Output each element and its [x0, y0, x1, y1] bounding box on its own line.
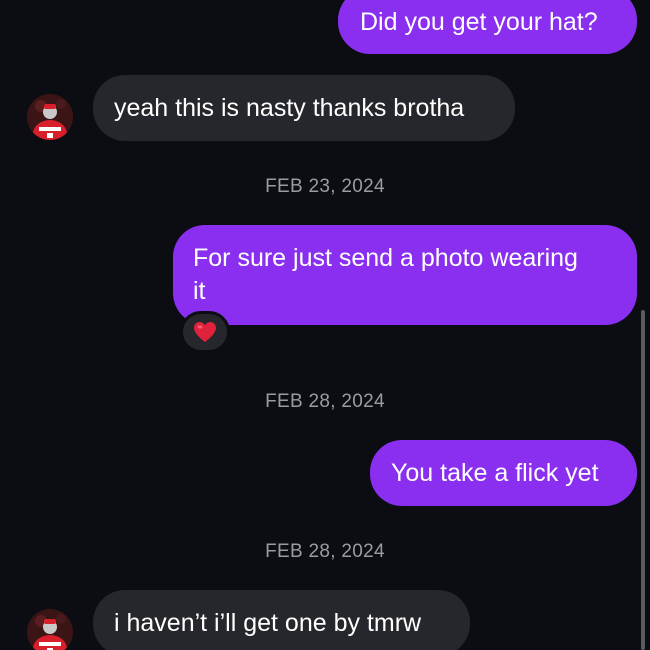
avatar-icon[interactable] — [27, 94, 73, 140]
message-text: You take a flick yet — [391, 459, 599, 487]
date-separator: FEB 28, 2024 — [265, 541, 385, 562]
message-text: Did you get your hat? — [360, 8, 598, 36]
reaction-badge[interactable] — [180, 311, 230, 353]
chat-thread: Did you get your hat? yeah this is nasty… — [0, 0, 650, 650]
date-separator: FEB 28, 2024 — [265, 391, 385, 412]
message-text: yeah this is nasty thanks brotha — [114, 94, 465, 122]
red-heart-icon — [194, 322, 216, 342]
date-separator: FEB 23, 2024 — [265, 176, 385, 197]
scrollbar[interactable] — [641, 310, 645, 650]
received-message-bubble[interactable]: i haven’t i’ll get one by tmrw — [93, 590, 470, 650]
avatar-icon[interactable] — [27, 609, 73, 650]
sent-message-bubble[interactable]: For sure just send a photo wearing it — [173, 225, 637, 325]
sent-message-bubble[interactable]: Did you get your hat? — [338, 0, 637, 54]
message-text: i haven’t i’ll get one by tmrw — [114, 609, 422, 637]
received-message-bubble[interactable]: yeah this is nasty thanks brotha — [93, 75, 515, 141]
message-text: For sure just send a photo wearing it — [193, 244, 578, 305]
sent-message-bubble[interactable]: You take a flick yet — [370, 440, 637, 506]
